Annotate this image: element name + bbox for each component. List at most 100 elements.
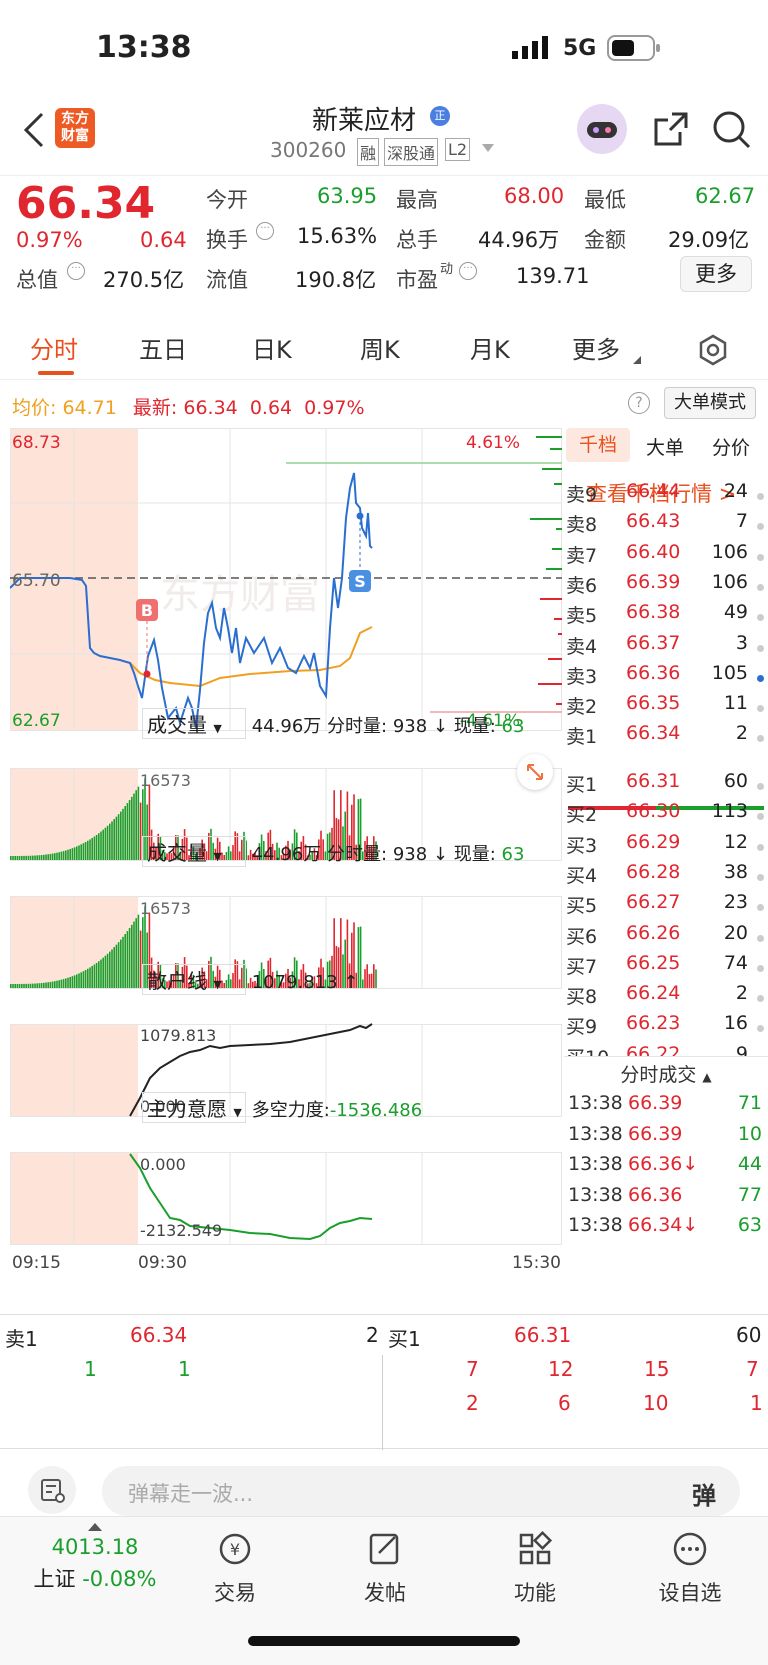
- tab-week-k[interactable]: 周K: [360, 330, 400, 365]
- trade-time: 13:38: [568, 1214, 623, 1236]
- index-change: -0.08%: [82, 1567, 157, 1591]
- high-value: 68.00: [504, 184, 565, 208]
- danmu-settings-icon[interactable]: [28, 1466, 76, 1514]
- info-icon[interactable]: ···: [67, 262, 85, 280]
- svg-text:B: B: [141, 601, 153, 620]
- bid-row[interactable]: 买2 66.30 113: [566, 800, 766, 832]
- volume-bar: [100, 831, 102, 860]
- volume-bar: [113, 819, 115, 860]
- tab-more[interactable]: 更多: [572, 330, 620, 365]
- float-label: 流值: [206, 268, 248, 292]
- tag-level: L2: [445, 138, 471, 161]
- tab-price-dist[interactable]: 分价: [712, 433, 750, 460]
- retail-arrow: ↑: [343, 972, 359, 993]
- buy-marker[interactable]: B: [136, 599, 158, 678]
- search-icon[interactable]: [712, 110, 752, 150]
- float-value: 190.8亿: [295, 268, 377, 292]
- volume-selector[interactable]: 成交量 ▼: [142, 708, 246, 739]
- caret-down-icon[interactable]: [482, 144, 494, 152]
- bid-row[interactable]: 买7 66.25 74: [566, 952, 766, 984]
- ask-price: 66.36: [626, 661, 681, 684]
- volume-bar: [359, 926, 362, 988]
- bid-price: 66.23: [626, 1012, 681, 1035]
- force-value: -1536.486: [329, 1100, 423, 1121]
- bid-row[interactable]: 买6 66.26 20: [566, 922, 766, 954]
- ask-row[interactable]: 卖2 66.35 11: [566, 692, 766, 724]
- trade-price: 66.39: [628, 1122, 683, 1145]
- tab-day-k[interactable]: 日K: [252, 330, 292, 365]
- volume-bar: [27, 983, 30, 988]
- main-force-selector[interactable]: 主力意愿 ▼: [142, 1092, 246, 1123]
- bid-row[interactable]: 买4 66.28 38: [566, 861, 766, 893]
- expand-icon[interactable]: [517, 754, 553, 790]
- force-label: 多空力度:: [251, 1100, 330, 1121]
- ask-volume: 49: [723, 601, 748, 624]
- bid-row[interactable]: 买9 66.23 16: [566, 1012, 766, 1044]
- ask-row[interactable]: 卖7 66.40 106: [566, 541, 766, 573]
- trade-button[interactable]: ¥ 交易: [185, 1529, 285, 1607]
- bid-volume: 113: [711, 800, 748, 823]
- volume-bar: [45, 982, 47, 988]
- volume-bar: [76, 846, 78, 860]
- bid-price: 66.31: [626, 770, 681, 792]
- volume-bar: [14, 855, 16, 860]
- now-label: 现量:: [453, 716, 496, 737]
- help-icon[interactable]: ?: [628, 392, 650, 414]
- bid-row[interactable]: 买8 66.24 2: [566, 982, 766, 1014]
- info-icon[interactable]: ···: [459, 262, 477, 280]
- volume-bar: [84, 970, 87, 988]
- robot-avatar-icon[interactable]: [577, 104, 627, 154]
- retail-selector[interactable]: 散户线 ▼: [142, 964, 246, 995]
- price-chart[interactable]: 东方财富 B S 68.73 65.70 62.67 4.61% -4.61% …: [10, 428, 562, 1330]
- trades-header[interactable]: 分时成交 ▲: [564, 1056, 768, 1092]
- open-value: 63.95: [317, 184, 378, 208]
- back-icon[interactable]: [22, 112, 46, 148]
- ask-row[interactable]: 卖1 66.34 2: [566, 722, 766, 754]
- volume-selector[interactable]: 成交量 ▼: [142, 836, 246, 867]
- bid-row[interactable]: 买1 66.31 60: [566, 770, 766, 802]
- y-bottom-label: 62.67: [12, 711, 61, 731]
- tab-five-day[interactable]: 五日: [139, 330, 187, 365]
- add-watchlist-button[interactable]: 设自选: [640, 1529, 740, 1607]
- tab-depth[interactable]: 千档: [566, 428, 630, 462]
- index-widget[interactable]: 4013.18 上证 -0.08%: [20, 1523, 170, 1593]
- bid1-label: 买1: [388, 1327, 421, 1351]
- row-dot: [757, 873, 764, 881]
- volume-bar: [38, 855, 41, 860]
- info-icon[interactable]: ···: [256, 222, 274, 240]
- tab-big-order[interactable]: 大单: [646, 433, 684, 460]
- add-watchlist-label: 设自选: [658, 1581, 722, 1605]
- settings-icon[interactable]: [697, 334, 729, 366]
- danmu-toggle-button[interactable]: 弹: [692, 1476, 716, 1511]
- ask-row[interactable]: 卖6 66.39 106: [566, 571, 766, 603]
- ask-price: 66.43: [626, 510, 681, 533]
- tab-intraday[interactable]: 分时: [30, 330, 78, 365]
- row-dot: [757, 995, 764, 1003]
- ask-row[interactable]: 卖3 66.36 105: [566, 662, 766, 694]
- tab-month-k[interactable]: 月K: [470, 330, 510, 365]
- row-dot: [757, 813, 764, 821]
- bid-price: 66.26: [626, 921, 681, 944]
- trade-price: 66.36: [628, 1183, 683, 1206]
- post-button[interactable]: 发帖: [335, 1529, 435, 1607]
- bid-label: 买4: [566, 864, 598, 887]
- ask-row[interactable]: 卖5 66.38 49: [566, 601, 766, 633]
- more-button[interactable]: 更多: [680, 256, 752, 292]
- share-icon[interactable]: [652, 110, 690, 148]
- minute-label: 分时量:: [327, 844, 388, 865]
- bid-row[interactable]: 买3 66.29 12: [566, 831, 766, 863]
- danmu-input[interactable]: 弹幕走一波... 弹: [102, 1466, 740, 1516]
- ask-row[interactable]: 卖9 66.44 24: [566, 480, 766, 512]
- volume-bar: [51, 981, 54, 988]
- ask-row[interactable]: 卖4 66.37 3: [566, 632, 766, 664]
- big-order-mode-button[interactable]: 大单模式: [664, 387, 756, 419]
- bid-row[interactable]: 买5 66.27 23: [566, 891, 766, 923]
- status-time: 13:38: [96, 30, 192, 65]
- volume-bar: [375, 969, 377, 988]
- volume-bar: [135, 790, 137, 860]
- chart-area: 均价: 64.71 最新: 66.34 0.64 0.97% ? 大单模式 东方…: [0, 384, 768, 1314]
- function-button[interactable]: 功能: [485, 1529, 585, 1607]
- ask-row[interactable]: 卖8 66.43 7: [566, 510, 766, 542]
- bid-label: 买1: [566, 774, 598, 796]
- volume-bar: [78, 973, 80, 988]
